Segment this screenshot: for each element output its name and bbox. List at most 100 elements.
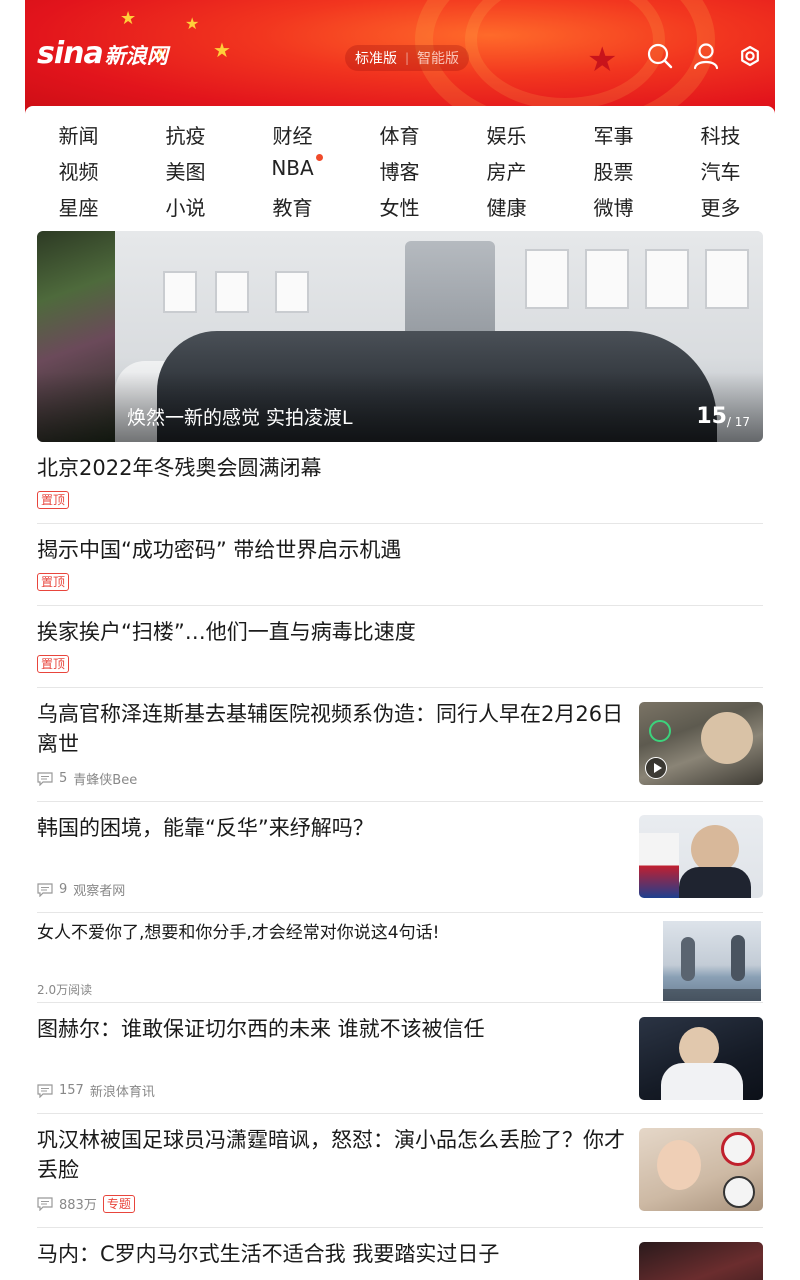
channel-item[interactable]: 教育 [239,192,346,221]
article-title: 揭示中国“成功密码” 带给世界启示机遇 [37,538,402,562]
channel-item[interactable]: 女性 [346,192,453,221]
channel-item[interactable]: 美图 [132,156,239,185]
slide-index: 15 [696,404,727,429]
logo-latin: sina [37,36,104,71]
thumb-ball [723,1176,755,1208]
channel-item[interactable]: 军事 [560,120,667,149]
article-title: 乌高官称泽连斯基去基辅医院视频系伪造：同行人早在2月26日离世 [37,702,624,756]
pinned-tag: 置顶 [37,573,70,591]
article-thumbnail [639,1242,763,1280]
hero-caption[interactable]: 焕然一新的感觉 实拍凌渡L [127,403,353,430]
read-count: 2.0万阅读 [37,983,93,997]
channel-label: 健康 [486,196,527,220]
window-shape [163,271,197,313]
channel-label: 视频 [58,160,99,184]
notification-dot [315,154,323,161]
channel-label: 房产 [486,160,527,184]
article-meta: 157 新浪体育讯 [37,1081,155,1100]
channel-item[interactable]: 抗疫 [132,120,239,149]
news-item[interactable]: 女人不爱你了,想要和你分手,才会经常对你说这4句话! 2.0万阅读 [37,913,763,1003]
article-title: 马内：C罗内马尔式生活不适合我 我要踏实过日子 [37,1242,500,1266]
article-meta: 5 青蜂侠Bee [37,769,137,788]
thumb-flag [639,833,679,898]
article-title: 巩汉林被国足球员冯潇霆暗讽，怒怼：演小品怎么丢脸了？你才丢脸 [37,1128,625,1182]
search-icon[interactable] [647,42,673,70]
channel-item[interactable]: 体育 [346,120,453,149]
news-item[interactable]: 巩汉林被国足球员冯潇霆暗讽，怒怼：演小品怎么丢脸了？你才丢脸 883万 专题 [37,1114,763,1228]
channel-label: 体育 [379,124,420,148]
news-item[interactable]: 乌高官称泽连斯基去基辅医院视频系伪造：同行人早在2月26日离世 5 青蜂侠Bee [37,688,763,802]
pinned-article[interactable]: 挨家挨户“扫楼”…他们一直与病毒比速度 置顶 [37,606,763,688]
sina-logo[interactable]: sina 新浪网 [37,36,168,71]
thumb-figure [691,825,739,873]
window-shape [705,249,749,309]
channel-label: 博客 [379,160,420,184]
article-title: 挨家挨户“扫楼”…他们一直与病毒比速度 [37,620,416,644]
channel-nav: 新闻 抗疫 财经 体育 娱乐 军事 科技视频 美图 NBA 博客 房产 股票 汽车星座 小说 教育 女性 健康 微… [25,106,775,226]
channel-item[interactable]: 汽车 [667,156,774,185]
channel-label: 新闻 [58,124,99,148]
channel-label: 星座 [58,196,99,220]
channel-label: 更多 [700,196,741,220]
channel-label: 汽车 [700,160,741,184]
window-shape [645,249,689,309]
content-column: ★ ★ ★ ★ ★ sina 新浪网 标准版 | 智能版 新闻 抗疫 财经 体育 娱乐 军… [25,0,775,1280]
channel-item[interactable]: 房产 [453,156,560,185]
channel-label: 美图 [165,160,206,184]
article-source: 观察者网 [73,884,126,899]
star-decoration: ★ [213,38,231,62]
window-shape [585,249,629,309]
channel-item[interactable]: 小说 [132,192,239,221]
channel-label: 科技 [700,124,741,148]
page: ★ ★ ★ ★ ★ sina 新浪网 标准版 | 智能版 新闻 抗疫 财经 体育 娱乐 军… [0,0,800,1280]
window-shape [215,271,249,313]
thumb-ball [721,1132,755,1166]
article-title: 女人不爱你了,想要和你分手,才会经常对你说这4句话! [37,923,440,943]
comment-icon [37,882,53,897]
mode-smart[interactable]: 智能版 [417,48,459,68]
mode-standard[interactable]: 标准版 [355,48,397,68]
channel-label: 抗疫 [165,124,206,148]
thumb-figure [731,935,745,981]
window-shape [525,249,569,309]
channel-label: 微博 [593,196,634,220]
channel-item[interactable]: 更多 [667,192,774,221]
thumb-figure [661,1063,743,1100]
channel-item[interactable]: 星座 [25,192,132,221]
news-item[interactable]: 韩国的困境，能靠“反华”来纾解吗？ 9 观察者网 [37,802,763,913]
channel-item[interactable]: 股票 [560,156,667,185]
pinned-article[interactable]: 北京2022年冬残奥会圆满闭幕 置顶 [37,450,763,524]
channel-item[interactable]: 科技 [667,120,774,149]
news-item[interactable]: 马内：C罗内马尔式生活不适合我 我要踏实过日子 [37,1228,763,1280]
star-decoration: ★ [185,14,200,33]
article-thumbnail [639,1128,763,1211]
thumb-bar [663,989,761,1001]
slide-total: / 17 [726,415,750,429]
news-item[interactable]: 图赫尔：谁敢保证切尔西的未来 谁就不该被信任 157 新浪体育讯 [37,1003,763,1114]
article-thumbnail [639,1017,763,1100]
channel-item[interactable]: 新闻 [25,120,132,149]
channel-item[interactable]: NBA [239,154,346,180]
channel-label: NBA [271,154,323,180]
hero-slideshow[interactable]: 焕然一新的感觉 实拍凌渡L 15 / 17 [37,231,763,442]
channel-item[interactable]: 视频 [25,156,132,185]
pinned-tag: 置顶 [37,655,70,673]
channel-item[interactable]: 博客 [346,156,453,185]
article-meta: 9 观察者网 [37,880,125,899]
comment-icon [37,1196,53,1211]
window-shape [275,271,309,313]
channel-item[interactable]: 财经 [239,120,346,149]
mode-separator: | [405,51,410,65]
channel-item[interactable]: 健康 [453,192,560,221]
topic-tag: 专题 [102,1194,135,1213]
comment-count: 883万 [59,1198,97,1213]
mode-switch: 标准版 | 智能版 [345,45,470,71]
pinned-article[interactable]: 揭示中国“成功密码” 带给世界启示机遇 置顶 [37,524,763,606]
settings-icon[interactable] [737,42,763,70]
channel-item[interactable]: 微博 [560,192,667,221]
comment-count: 9 [59,882,68,897]
comment-icon [37,1083,53,1098]
user-icon[interactable] [693,42,719,70]
play-icon[interactable] [645,757,667,779]
channel-item[interactable]: 娱乐 [453,120,560,149]
